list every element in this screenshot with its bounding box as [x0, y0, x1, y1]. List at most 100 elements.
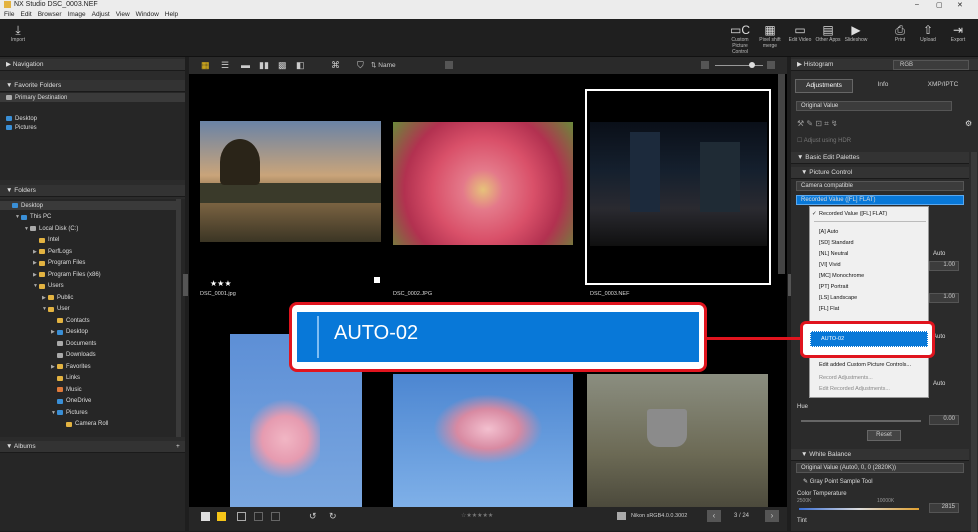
albums-header[interactable]: ▼ Albums +	[0, 441, 185, 453]
import-button[interactable]: ⤓ Import	[4, 23, 32, 43]
minimize-button[interactable]: –	[915, 1, 919, 8]
list-view-icon[interactable]: ☰	[221, 60, 229, 71]
thumbnail-image[interactable]	[587, 374, 768, 507]
pixel-shift-merge-button[interactable]: ▦ Pixel shift merge	[756, 23, 784, 49]
close-button[interactable]: ✕	[957, 1, 963, 9]
folder-tree-item[interactable]: Downloads	[51, 351, 96, 360]
export-button[interactable]: ⇥ Export	[944, 23, 972, 43]
menu-item[interactable]: [FL] Flat	[819, 306, 839, 312]
sort-by-name[interactable]: ⇅ Name	[371, 61, 396, 69]
hue-slider[interactable]	[801, 420, 921, 422]
basic-edit-palettes-header[interactable]: ▼ Basic Edit Palettes	[791, 152, 969, 164]
gray-point-sample-tool[interactable]: ✎ Gray Point Sample Tool	[803, 478, 873, 485]
folder-tree-item[interactable]: ▼ Users	[33, 282, 64, 291]
thumbnail-size-slider[interactable]	[715, 65, 763, 66]
picture-control-compatibility-dropdown[interactable]: Camera compatible	[796, 181, 964, 191]
color-temperature-field[interactable]: 2815	[929, 503, 959, 513]
menu-item[interactable]: [PT] Portrait	[819, 284, 848, 290]
filmstrip-view-icon[interactable]: ▬	[241, 60, 250, 70]
histogram-mode-dropdown[interactable]: RGB	[893, 60, 969, 70]
menu-image[interactable]: Image	[68, 11, 86, 18]
split-view-icon[interactable]: ◧	[296, 60, 305, 71]
folder-tree-item[interactable]: Desktop	[0, 201, 176, 210]
menu-item[interactable]: Edit Recorded Adjustments...	[819, 386, 890, 392]
navigation-header[interactable]: ▶ Navigation	[0, 59, 185, 71]
info-overlay-icon[interactable]	[237, 512, 246, 521]
menu-item[interactable]: Recorded Value ([FL] FLAT)	[819, 211, 887, 217]
value-field[interactable]: 1.00	[929, 261, 959, 271]
folder-tree-item[interactable]: Intel	[33, 236, 59, 245]
rating-filter-icon[interactable]	[217, 512, 226, 521]
other-apps-button[interactable]: ▤ Other Apps	[814, 23, 842, 43]
selection-checkbox[interactable]	[374, 277, 380, 283]
white-balance-header[interactable]: ▼ White Balance	[791, 449, 969, 461]
edit-video-button[interactable]: ▭ Edit Video	[786, 23, 814, 43]
folder-tree-item[interactable]: ▼ Local Disk (C:)	[24, 224, 78, 233]
menu-item[interactable]: [A] Auto	[819, 229, 838, 235]
menu-item[interactable]: Edit added Custom Picture Controls...	[819, 362, 911, 368]
menu-item[interactable]: [SD] Standard	[819, 240, 854, 246]
settings-gear-icon[interactable]: ⚙	[965, 119, 972, 128]
thumbnail-image[interactable]	[590, 122, 767, 246]
folder-tree-item[interactable]: Contacts	[51, 316, 90, 325]
picture-control-header[interactable]: ▼ Picture Control	[791, 167, 969, 179]
rotate-right-icon[interactable]: ↻	[329, 511, 337, 522]
rotate-left-icon[interactable]: ↺	[309, 511, 317, 522]
custom-picture-control-button[interactable]: ▭C Custom Picture Control	[726, 23, 754, 55]
folders-header[interactable]: ▼ Folders	[0, 185, 185, 197]
value-field[interactable]: 1.00	[929, 293, 959, 303]
menu-item[interactable]: [VI] Vivid	[819, 262, 841, 268]
filter-icon[interactable]: ⛉	[357, 60, 364, 71]
original-value-dropdown[interactable]: Original Value	[796, 101, 952, 111]
menu-item-selected[interactable]: AUTO-02	[810, 331, 928, 347]
grid-overlay-icon[interactable]	[254, 512, 263, 521]
tab-xmp-iptc[interactable]: XMP/IPTC	[913, 79, 973, 93]
folder-tree-item[interactable]: ▶ Desktop	[51, 328, 88, 337]
folder-tree-item[interactable]: ▶ Program Files	[33, 259, 85, 268]
zoom-out-button[interactable]	[701, 61, 709, 69]
folder-tree-item[interactable]: ▼ This PC	[15, 213, 51, 222]
right-panel-scrollbar[interactable]	[971, 152, 977, 532]
print-button[interactable]: ⎙ Print	[886, 23, 914, 43]
compare-icon[interactable]	[271, 512, 280, 521]
folder-tree-item[interactable]: Music	[51, 385, 82, 394]
white-balance-dropdown[interactable]: Original Value (Auto0, 0, 0 (2820K))	[796, 463, 964, 473]
folder-tree-item[interactable]: ▼ Pictures	[51, 408, 88, 417]
color-temperature-slider[interactable]	[799, 508, 919, 510]
compare-view-icon[interactable]: ▩	[278, 60, 287, 71]
fav-desktop[interactable]: Desktop	[6, 114, 37, 123]
fav-pictures[interactable]: Pictures	[6, 123, 37, 132]
folder-tree-item[interactable]: Documents	[51, 339, 96, 348]
menu-help[interactable]: Help	[165, 11, 178, 18]
previous-image-button[interactable]: ‹	[707, 510, 721, 522]
menu-file[interactable]: File	[4, 11, 14, 18]
zoom-in-button[interactable]	[767, 61, 775, 69]
menu-window[interactable]: Window	[136, 11, 159, 18]
tab-adjustments[interactable]: Adjustments	[795, 79, 853, 93]
tab-info[interactable]: Info	[854, 79, 912, 93]
menu-view[interactable]: View	[116, 11, 130, 18]
upload-button[interactable]: ⇧ Upload	[914, 23, 942, 43]
folder-tree-item[interactable]: ▶ Public	[42, 293, 73, 302]
menu-item[interactable]: Record Adjustments...	[819, 375, 873, 381]
favorite-folders-header[interactable]: ▼ Favorite Folders	[0, 80, 185, 92]
adjust-using-hdr-checkbox[interactable]: ☐ Adjust using HDR	[797, 137, 851, 144]
menu-adjust[interactable]: Adjust	[92, 11, 110, 18]
maximize-button[interactable]: ▢	[936, 1, 943, 9]
edit-tools-icons[interactable]: ⚒ ✎ ⊡ ⌗ ↯	[797, 119, 838, 129]
hue-value-field[interactable]: 0.00	[929, 415, 959, 425]
folder-tree-scrollbar[interactable]	[176, 199, 181, 437]
folder-tree-item[interactable]: ▶ Program Files (x86)	[33, 270, 101, 279]
folder-tree-item[interactable]: Camera Roll	[60, 420, 108, 429]
next-image-button[interactable]: ›	[765, 510, 779, 522]
grid-scrollbar[interactable]	[778, 74, 785, 274]
thumbnail-image[interactable]	[393, 374, 573, 507]
star-rating[interactable]: ★★★	[210, 279, 232, 288]
menu-edit[interactable]: Edit	[20, 11, 31, 18]
folder-tree-item[interactable]: ▶ Favorites	[51, 362, 91, 371]
primary-destination[interactable]: Primary Destination	[0, 93, 185, 102]
add-album-button[interactable]: +	[176, 441, 180, 453]
picture-control-dropdown[interactable]: Recorded Value ([FL] FLAT)	[796, 195, 964, 205]
folder-tree-item[interactable]: ▶ PerfLogs	[33, 247, 72, 256]
menu-item[interactable]: [MC] Monochrome	[819, 273, 864, 279]
